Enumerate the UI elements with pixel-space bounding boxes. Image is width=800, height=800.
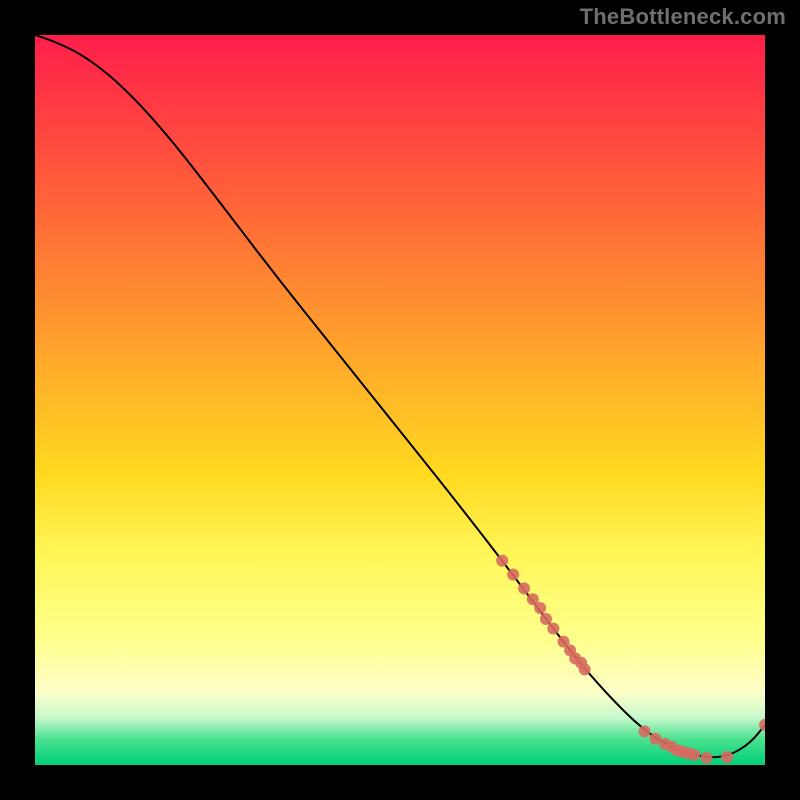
plot-area [35, 35, 765, 765]
watermark-text: TheBottleneck.com [580, 4, 786, 30]
data-marker [639, 725, 651, 737]
data-marker [579, 663, 591, 675]
data-marker [496, 555, 508, 567]
gradient-background [35, 35, 765, 765]
plot-svg [35, 35, 765, 765]
data-marker [688, 749, 700, 761]
data-marker [534, 602, 546, 614]
data-marker [721, 751, 733, 763]
data-marker [701, 752, 713, 764]
data-marker [507, 568, 519, 580]
data-marker [540, 613, 552, 625]
data-marker [518, 582, 530, 594]
chart-stage: TheBottleneck.com [0, 0, 800, 800]
data-marker [547, 622, 559, 634]
